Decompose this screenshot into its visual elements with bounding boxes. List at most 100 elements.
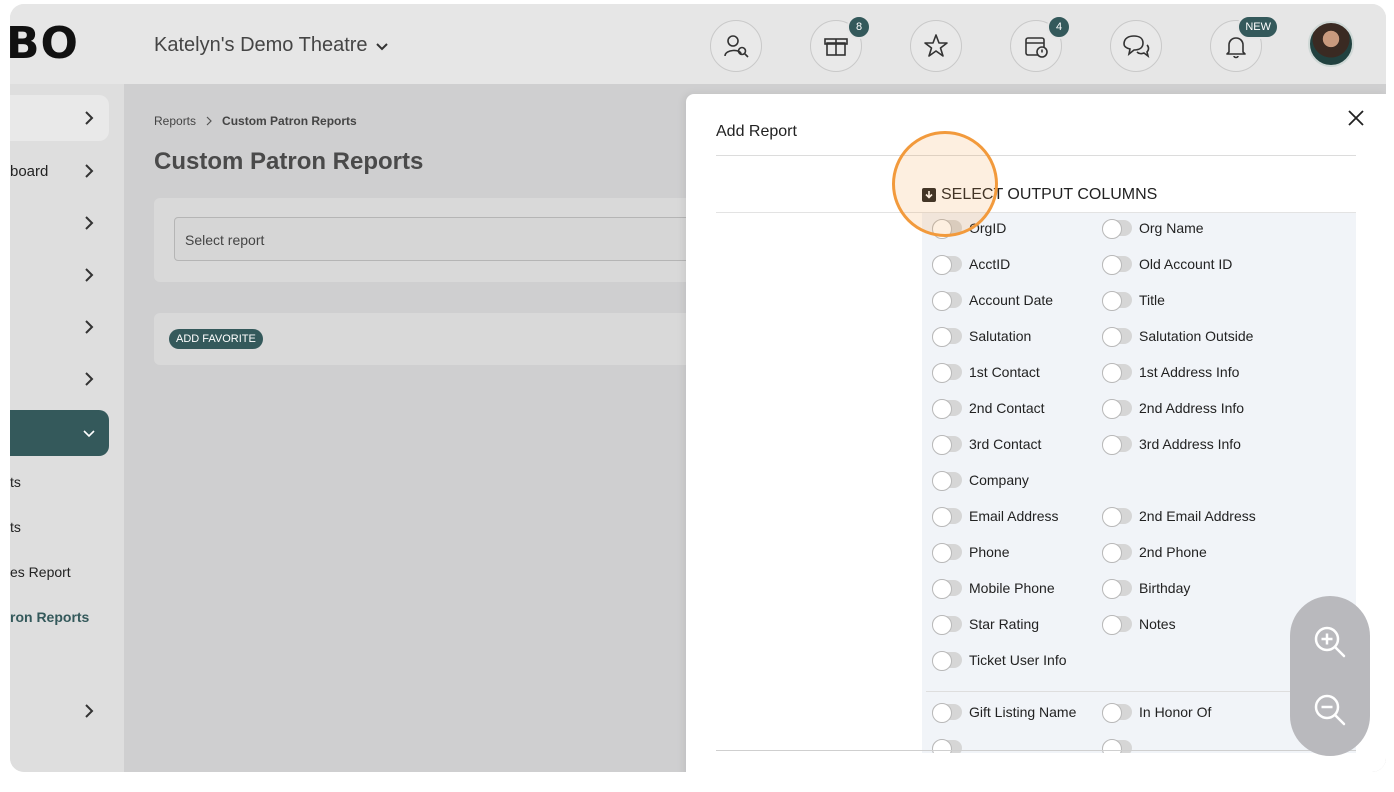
column-option[interactable]: 2nd Email Address [1102,507,1256,527]
option-label: Star Rating [969,616,1040,632]
toggle-switch[interactable] [1102,327,1132,347]
toggle-switch[interactable] [932,255,962,275]
column-option[interactable]: 2nd Contact [932,399,1045,419]
column-option[interactable]: Title [1102,291,1165,311]
column-option[interactable]: Salutation [932,327,1031,347]
option-label: Gift Listing Name [969,704,1077,720]
column-option[interactable]: Mobile Phone [932,579,1055,599]
toggle-switch[interactable] [932,507,962,527]
gift-button[interactable]: 8 [810,15,871,72]
toggle-switch[interactable] [932,435,962,455]
option-label: 1st Address Info [1139,364,1240,380]
app-window: BO Katelyn's Demo Theatre 8 4 NEW board … [10,4,1386,772]
sidebar-item-reports[interactable] [10,410,109,456]
column-option[interactable]: In Honor Of [1102,703,1211,723]
toggle-switch[interactable] [932,579,962,599]
column-option[interactable]: Company [932,471,1029,491]
sidebar-item-4[interactable] [10,252,109,298]
sidebar-subitem-1[interactable]: ts [10,474,21,490]
toggle-switch[interactable] [932,651,962,671]
venue-selector[interactable]: Katelyn's Demo Theatre [154,34,390,57]
zoom-in-icon[interactable] [1310,622,1350,662]
page-title: Custom Patron Reports [154,148,424,175]
toggle-switch[interactable] [1102,219,1132,239]
sidebar-item-8[interactable] [10,688,109,734]
toggle-switch[interactable] [932,327,962,347]
help-chat-button[interactable] [1110,20,1162,72]
column-option[interactable]: 3rd Address Info [1102,435,1241,455]
sidebar-item-1[interactable] [10,95,109,141]
column-option[interactable]: 3rd Contact [932,435,1041,455]
notifications-button[interactable]: NEW [1210,15,1279,72]
column-option[interactable]: Old Account ID [1102,255,1232,275]
column-option[interactable]: AcctID [932,255,1010,275]
option-label: Mobile Phone [969,580,1055,596]
toggle-switch[interactable] [1102,615,1132,635]
option-label: Account Date [969,292,1054,308]
toggle-switch[interactable] [932,739,962,753]
toggle-switch[interactable] [932,703,962,723]
chevron-right-icon [85,164,94,178]
column-option[interactable]: 1st Contact [932,363,1040,383]
toggle-switch[interactable] [1102,363,1132,383]
column-option[interactable] [932,739,962,753]
toggle-switch[interactable] [1102,507,1132,527]
zoom-controls [1290,596,1370,756]
column-option[interactable]: Star Rating [932,615,1040,635]
column-option[interactable]: 1st Address Info [1102,363,1240,383]
breadcrumb-root[interactable]: Reports [154,114,196,128]
zoom-out-icon[interactable] [1310,690,1350,730]
toggle-switch[interactable] [1102,703,1132,723]
sidebar-item-3[interactable] [10,200,109,246]
toggle-switch[interactable] [932,615,962,635]
chevron-down-icon [83,430,95,438]
gift-box-icon [824,38,848,56]
sidebar-item-dashboard[interactable]: board [10,148,109,194]
toggle-switch[interactable] [1102,291,1132,311]
toggle-switch[interactable] [1102,399,1132,419]
column-option[interactable] [1102,739,1132,753]
toggle-switch[interactable] [1102,255,1132,275]
toggle-switch[interactable] [1102,543,1132,563]
sidebar-subitem-custom-patron-reports[interactable]: ron Reports [10,609,89,625]
column-option[interactable]: Org Name [1102,219,1204,239]
column-option[interactable]: 2nd Phone [1102,543,1207,563]
select-report-dropdown[interactable]: Select report [174,217,774,261]
sidebar-subitem-2[interactable]: ts [10,519,21,535]
sidebar-item-5[interactable] [10,304,109,350]
column-option[interactable]: 2nd Address Info [1102,399,1244,419]
patron-search-button[interactable] [710,20,762,72]
sidebar-item-6[interactable] [10,356,109,402]
chevron-right-icon [206,116,212,126]
toggle-switch[interactable] [1102,579,1132,599]
toggle-switch[interactable] [1102,739,1132,753]
add-favorite-button[interactable]: ADD FAVORITE [169,329,263,349]
option-label: 1st Contact [969,364,1040,380]
column-option[interactable]: Account Date [932,291,1054,311]
calendar-button[interactable]: 4 [1010,15,1071,72]
venue-name: Katelyn's Demo Theatre [154,34,368,56]
column-option[interactable]: Birthday [1102,579,1190,599]
toggle-switch[interactable] [932,291,962,311]
user-avatar[interactable] [1308,21,1354,67]
chat-help-icon [1123,35,1150,58]
column-option[interactable]: Ticket User Info [932,651,1067,671]
toggle-switch[interactable] [932,399,962,419]
chevron-right-icon [85,111,94,125]
sidebar: board ts ts es Report ron Reports [10,84,124,772]
favorites-button[interactable] [910,20,962,72]
toggle-switch[interactable] [1102,435,1132,455]
chevron-right-icon [85,268,94,282]
column-option[interactable]: Phone [932,543,1009,563]
toggle-switch[interactable] [932,363,962,383]
sidebar-subitem-3[interactable]: es Report [10,564,71,580]
option-label: 2nd Email Address [1139,508,1256,524]
column-option[interactable]: Notes [1102,615,1176,635]
column-option[interactable]: Salutation Outside [1102,327,1253,347]
column-option[interactable]: Email Address [932,507,1058,527]
toggle-switch[interactable] [932,543,962,563]
close-icon[interactable] [1344,106,1368,130]
column-option[interactable]: Gift Listing Name [932,703,1077,723]
option-label: 3rd Address Info [1139,436,1241,452]
toggle-switch[interactable] [932,471,962,491]
